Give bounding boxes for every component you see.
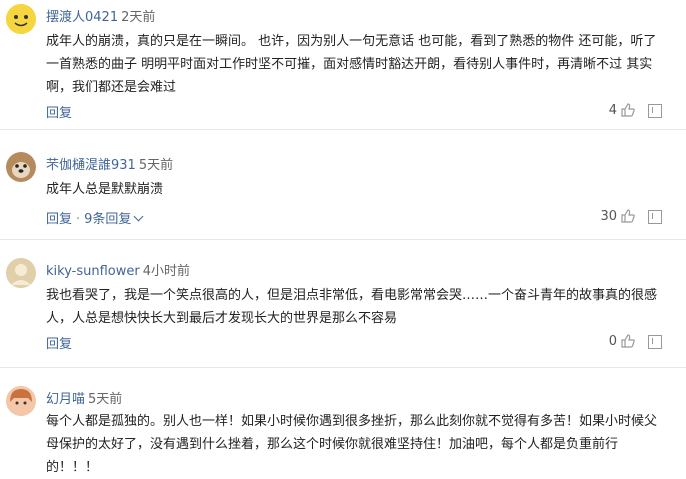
avatar-default-icon xyxy=(6,258,36,288)
comment-item: 摆渡人0421 2天前 成年人的崩溃，真的只是在一瞬间。 也许，因为别人一句无意话… xyxy=(0,0,686,130)
reply-button[interactable]: 回复 xyxy=(46,212,72,227)
avatar[interactable] xyxy=(6,4,36,34)
username[interactable]: 幻月喵 xyxy=(46,392,85,407)
username[interactable]: 摆渡人0421 xyxy=(46,10,118,25)
like-count: 30 xyxy=(600,208,617,224)
like-count: 0 xyxy=(608,333,617,349)
comment-item: kiky-sunflower 4小时前 我也看哭了，我是一个笑点很高的人，但是泪点… xyxy=(0,240,686,368)
timestamp: 5天前 xyxy=(88,392,123,407)
comment-header: 幻月喵 5天前 xyxy=(46,388,122,407)
username[interactable]: kiky-sunflower xyxy=(46,264,140,279)
comment-actions: 回复 · 9条回复 xyxy=(46,208,144,227)
timestamp: 2天前 xyxy=(121,10,156,25)
chevron-down-icon xyxy=(133,211,144,222)
report-icon[interactable] xyxy=(648,335,662,349)
like-button[interactable]: 30 xyxy=(600,208,636,224)
more-replies-button[interactable]: 9条回复 xyxy=(84,211,144,227)
comment-actions: 回复 xyxy=(46,102,72,121)
avatar[interactable] xyxy=(6,386,36,416)
thumbs-up-icon xyxy=(621,209,635,223)
avatar[interactable] xyxy=(6,152,36,182)
avatar-dog-icon xyxy=(6,152,36,182)
report-icon[interactable] xyxy=(648,104,662,118)
comment-text: 成年人总是默默崩溃 xyxy=(46,182,164,197)
reply-button[interactable]: 回复 xyxy=(46,106,72,121)
more-replies-label: 9条回复 xyxy=(84,212,132,227)
timestamp: 4小时前 xyxy=(142,264,191,279)
like-count: 4 xyxy=(608,102,617,118)
report-icon[interactable] xyxy=(648,210,662,224)
thumbs-up-icon xyxy=(621,103,635,117)
comment-header: 芣伽樋湜誰931 5天前 xyxy=(46,154,173,173)
like-button[interactable]: 0 xyxy=(609,333,636,349)
comment-header: kiky-sunflower 4小时前 xyxy=(46,260,190,279)
avatar-girl-icon xyxy=(6,386,36,416)
separator: · xyxy=(76,212,81,227)
comment-text: 我也看哭了，我是一个笑点很高的人，但是泪点非常低，看电影常常会哭……一个奋斗青年… xyxy=(46,288,658,326)
comment-item: 幻月喵 5天前 每个人都是孤独的。别人也一样！如果小时候你遇到很多挫折，那么此刻你… xyxy=(0,368,686,476)
comment-header: 摆渡人0421 2天前 xyxy=(46,6,155,25)
reply-button[interactable]: 回复 xyxy=(46,337,72,352)
timestamp: 5天前 xyxy=(138,158,174,173)
thumbs-up-icon xyxy=(621,334,635,348)
avatar-face-icon xyxy=(6,4,36,34)
like-button[interactable]: 4 xyxy=(609,102,636,118)
comment-text: 成年人的崩溃，真的只是在一瞬间。 也许，因为别人一句无意话 也可能，看到了熟悉的… xyxy=(46,34,657,95)
username[interactable]: 芣伽樋湜誰931 xyxy=(46,158,136,173)
avatar[interactable] xyxy=(6,258,36,288)
comment-text: 每个人都是孤独的。别人也一样！如果小时候你遇到很多挫折，那么此刻你就不觉得有多苦… xyxy=(46,414,658,475)
comment-actions: 回复 xyxy=(46,333,72,352)
comment-item: 芣伽樋湜誰931 5天前 成年人总是默默崩溃 回复 · 9条回复 30 xyxy=(0,130,686,240)
